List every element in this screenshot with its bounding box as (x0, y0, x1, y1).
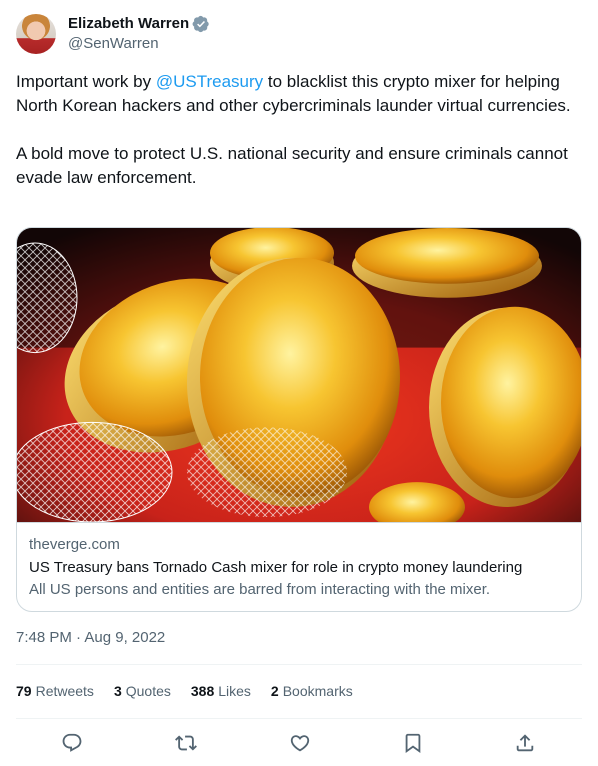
retweet-icon (175, 735, 197, 751)
like-button[interactable] (287, 730, 313, 756)
retweets-count: 79 (16, 683, 32, 699)
share-icon (516, 734, 534, 752)
card-domain: theverge.com (29, 536, 120, 553)
likes-stat[interactable]: 388 Likes (191, 683, 251, 699)
card-image[interactable] (17, 228, 582, 523)
tweet-paragraph-1: Important work by @USTreasury to blackli… (16, 70, 586, 118)
retweet-button[interactable] (173, 730, 199, 756)
bookmark-button[interactable] (400, 730, 426, 756)
divider-top (16, 664, 582, 665)
divider-bottom (16, 718, 582, 719)
card-title[interactable]: US Treasury bans Tornado Cash mixer for … (29, 558, 569, 578)
mention-link[interactable]: @USTreasury (156, 72, 263, 91)
author-handle[interactable]: @SenWarren (68, 34, 210, 54)
like-icon (290, 735, 310, 752)
quotes-stat[interactable]: 3 Quotes (114, 683, 171, 699)
tweet-text: Important work by @USTreasury to blackli… (16, 70, 586, 190)
tweet-paragraph-2: A bold move to protect U.S. national sec… (16, 144, 568, 187)
bookmark-icon (405, 733, 421, 754)
tweet-actions (16, 728, 582, 758)
quotes-label: Quotes (125, 683, 171, 699)
author-name-row: Elizabeth Warren (68, 14, 210, 34)
tweet-text-part1: Important work by (16, 72, 156, 91)
tweet-stats: 79 Retweets 3 Quotes 388 Likes 2 Bookmarks (16, 681, 373, 701)
retweets-stat[interactable]: 79 Retweets (16, 683, 94, 699)
share-button[interactable] (512, 730, 538, 756)
tweet-timestamp[interactable]: 7:48 PM · Aug 9, 2022 (16, 628, 165, 648)
card-description: All US persons and entities are barred f… (29, 581, 491, 598)
quotes-count: 3 (113, 683, 122, 699)
retweets-label: Retweets (35, 683, 94, 699)
author-names: Elizabeth Warren @SenWarren (68, 14, 210, 54)
likes-label: Likes (218, 683, 251, 699)
author-avatar[interactable] (16, 14, 56, 54)
bookmarks-stat[interactable]: 2 Bookmarks (271, 683, 353, 699)
reply-button[interactable] (59, 730, 85, 756)
verified-badge-icon (192, 15, 209, 33)
tweet-header: Elizabeth Warren @SenWarren (16, 12, 210, 56)
link-card[interactable]: theverge.com US Treasury bans Tornado Ca… (16, 227, 582, 612)
bookmarks-label: Bookmarks (282, 683, 353, 699)
card-meta: theverge.com US Treasury bans Tornado Ca… (29, 535, 569, 600)
bookmarks-count: 2 (270, 683, 279, 699)
reply-icon (62, 733, 82, 752)
likes-count: 388 (190, 683, 215, 699)
author-display-name[interactable]: Elizabeth Warren (68, 14, 189, 34)
